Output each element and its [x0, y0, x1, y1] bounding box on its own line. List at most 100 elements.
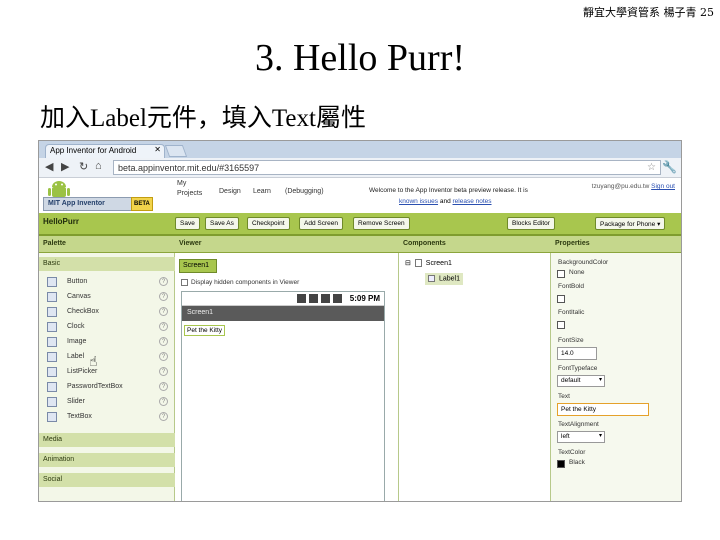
- phone-preview: 5:09 PM Screen1 Pet the Kitty: [181, 291, 385, 501]
- save-button[interactable]: Save: [175, 217, 200, 230]
- palette-item-label: Label: [67, 353, 85, 360]
- browser-tab[interactable]: App Inventor for Android ✕: [45, 144, 165, 158]
- font-size-label: FontSize: [558, 337, 584, 344]
- properties-header: Properties: [551, 236, 681, 253]
- background-color-value[interactable]: None: [569, 269, 585, 276]
- palette-item-label: Canvas: [67, 293, 91, 300]
- help-icon[interactable]: ?: [159, 292, 168, 301]
- text-color-value[interactable]: Black: [569, 459, 585, 466]
- menu-my[interactable]: My: [177, 180, 186, 187]
- font-typeface-select[interactable]: default ▾: [557, 375, 605, 387]
- component-tree-screen1[interactable]: ⊟ Screen1: [405, 259, 452, 268]
- usb-icon: [297, 294, 306, 303]
- palette-item-label[interactable]: Label?: [39, 350, 175, 365]
- font-typeface-label: FontTypeface: [558, 365, 598, 372]
- checkbox-icon[interactable]: [181, 279, 188, 286]
- palette-item-label: Button: [67, 278, 88, 285]
- menu-learn[interactable]: Learn: [253, 188, 271, 195]
- reload-icon[interactable]: ↻: [79, 160, 88, 173]
- mit-app-inventor-logo: MIT App Inventor: [43, 197, 135, 211]
- help-icon[interactable]: ?: [159, 367, 168, 376]
- help-icon[interactable]: ?: [159, 307, 168, 316]
- new-tab-button[interactable]: [164, 145, 188, 157]
- help-icon[interactable]: ?: [159, 322, 168, 331]
- browser-tab-title: App Inventor for Android: [50, 146, 137, 155]
- palette-item-checkbox[interactable]: CheckBox?: [39, 305, 175, 320]
- welcome-message: Welcome to the App Inventor beta preview…: [369, 187, 528, 194]
- screen1-label: Screen1: [425, 260, 452, 267]
- forward-icon[interactable]: ▶: [61, 160, 69, 173]
- palette-item-textbox[interactable]: TextBox?: [39, 410, 175, 425]
- palette-item-passwordtextbox[interactable]: PasswordTextBox?: [39, 380, 175, 395]
- package-for-phone-label: Package for Phone: [600, 221, 656, 228]
- text-input[interactable]: Pet the Kitty: [557, 403, 649, 416]
- slide-title: 3. Hello Purr!: [254, 37, 466, 79]
- palette-section-media[interactable]: Media: [39, 433, 175, 447]
- project-name: HelloPurr: [43, 217, 80, 226]
- display-hidden-label: Display hidden components in Viewer: [191, 279, 300, 287]
- help-icon[interactable]: ?: [159, 277, 168, 286]
- screen1-selector[interactable]: Screen1: [179, 259, 217, 273]
- text-label: Text: [558, 393, 570, 400]
- text-color-swatch[interactable]: [557, 460, 565, 468]
- palette-section-social[interactable]: Social: [39, 473, 175, 487]
- button-icon: [47, 277, 57, 287]
- components-header: Components: [399, 236, 551, 253]
- font-bold-checkbox[interactable]: [557, 295, 565, 303]
- viewer-header: Viewer: [175, 236, 399, 253]
- help-icon[interactable]: ?: [159, 352, 168, 361]
- menu-projects[interactable]: Projects: [177, 190, 202, 197]
- text-alignment-select[interactable]: left ▾: [557, 431, 605, 443]
- checkbox-icon: [47, 307, 57, 317]
- label-icon: [47, 352, 57, 362]
- palette-section-basic[interactable]: Basic: [39, 257, 175, 271]
- palette-item-listpicker[interactable]: ListPicker?: [39, 365, 175, 380]
- label-icon: [428, 275, 435, 282]
- palette-section-animation[interactable]: Animation: [39, 453, 175, 467]
- known-issues-link[interactable]: known issues: [399, 198, 438, 205]
- slide-footer-note: 靜宜大學資管系 楊子青 25: [583, 6, 714, 19]
- component-tree-label1[interactable]: Label1: [425, 273, 463, 285]
- package-for-phone-button[interactable]: Package for Phone ▾: [595, 217, 666, 230]
- palette-item-image[interactable]: Image?: [39, 335, 175, 350]
- palette-item-clock[interactable]: Clock?: [39, 320, 175, 335]
- save-as-button[interactable]: Save As: [205, 217, 239, 230]
- menu-design[interactable]: Design: [219, 188, 241, 195]
- collapse-icon[interactable]: ⊟: [405, 260, 411, 267]
- release-notes-link[interactable]: release notes: [453, 198, 492, 205]
- palette-item-canvas[interactable]: Canvas?: [39, 290, 175, 305]
- address-bar[interactable]: beta.appinventor.mit.edu/#3165597 ☆: [113, 160, 661, 175]
- help-icon[interactable]: ?: [159, 382, 168, 391]
- help-icon[interactable]: ?: [159, 337, 168, 346]
- menu-debugging[interactable]: (Debugging): [285, 188, 324, 195]
- slider-icon: [47, 397, 57, 407]
- remove-screen-button[interactable]: Remove Screen: [353, 217, 410, 230]
- display-hidden-checkbox[interactable]: Display hidden components in Viewer: [181, 279, 299, 286]
- image-icon: [47, 337, 57, 347]
- blocks-editor-button[interactable]: Blocks Editor: [507, 217, 555, 230]
- home-icon[interactable]: ⌂: [95, 160, 102, 172]
- palette-item-label: Clock: [67, 323, 85, 330]
- font-italic-checkbox[interactable]: [557, 321, 565, 329]
- background-color-swatch[interactable]: [557, 270, 565, 278]
- close-tab-icon[interactable]: ✕: [154, 145, 161, 154]
- back-icon[interactable]: ◀: [45, 160, 53, 173]
- passwordtextbox-icon: [47, 382, 57, 392]
- canvas-icon: [47, 292, 57, 302]
- palette-item-button[interactable]: Button?: [39, 275, 175, 290]
- signal-icon: [321, 294, 330, 303]
- help-icon[interactable]: ?: [159, 412, 168, 421]
- wrench-icon[interactable]: 🔧: [662, 160, 677, 174]
- checkpoint-button[interactable]: Checkpoint: [247, 217, 290, 230]
- palette-item-slider[interactable]: Slider?: [39, 395, 175, 410]
- font-size-input[interactable]: 14.0: [557, 347, 597, 360]
- background-color-label: BackgroundColor: [558, 259, 609, 266]
- palette-item-label: TextBox: [67, 413, 92, 420]
- bookmark-star-icon[interactable]: ☆: [647, 162, 656, 173]
- label1-preview[interactable]: Pet the Kitty: [184, 325, 226, 336]
- add-screen-button[interactable]: Add Screen: [299, 217, 343, 230]
- clock-icon: [47, 322, 57, 332]
- font-italic-label: FontItalic: [558, 309, 585, 316]
- sign-out-link[interactable]: Sign out: [651, 183, 675, 190]
- help-icon[interactable]: ?: [159, 397, 168, 406]
